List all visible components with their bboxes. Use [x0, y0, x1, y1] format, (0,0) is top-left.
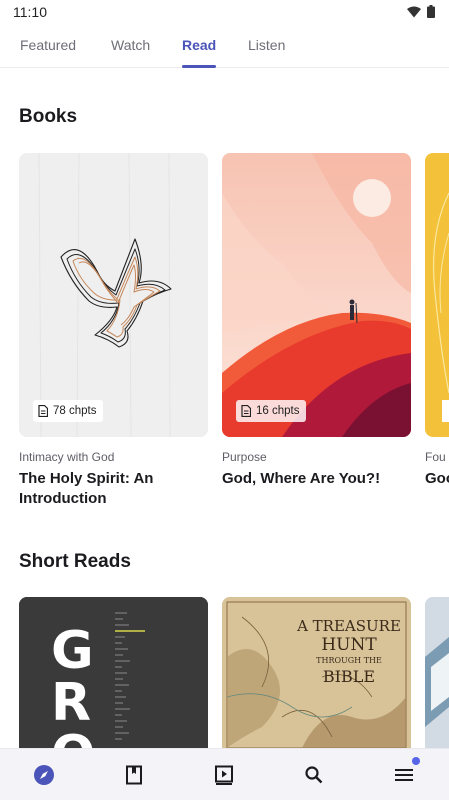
books-section-title: Books — [19, 106, 78, 127]
nav-watch[interactable] — [212, 763, 236, 787]
book-icon — [126, 765, 142, 785]
chapters-count: 16 chpts — [256, 405, 300, 417]
status-time: 11:10 — [13, 4, 47, 20]
status-bar: 11:10 — [0, 0, 449, 24]
tab-read[interactable]: Read — [182, 37, 216, 53]
document-icon — [241, 405, 251, 417]
book-title[interactable]: Goo — [425, 469, 449, 489]
cover-title-gro: GRO — [51, 621, 95, 748]
short-read-card-gro[interactable]: GRO — [19, 597, 208, 748]
video-icon — [215, 765, 233, 785]
book-card-holy-spirit[interactable]: 78 chpts — [19, 153, 208, 437]
battery-icon — [427, 5, 435, 18]
compass-icon — [34, 765, 54, 785]
book-cover-art — [425, 153, 449, 437]
book-category: Fou — [425, 450, 446, 464]
ruler-lines-art — [19, 597, 208, 748]
nav-read[interactable] — [122, 763, 146, 787]
short-read-card-treasure-hunt[interactable]: A TREASURE HUNT THROUGH THE BIBLE — [222, 597, 411, 748]
cover-title-treasure-hunt: A TREASURE HUNT THROUGH THE BIBLE — [297, 617, 401, 686]
book-category: Purpose — [222, 450, 267, 464]
chapters-badge: 16 chpts — [236, 400, 307, 422]
tab-featured[interactable]: Featured — [20, 37, 76, 53]
chapters-badge: 78 chpts — [33, 400, 104, 422]
nav-discover[interactable] — [32, 763, 56, 787]
desert-illustration — [222, 153, 411, 437]
menu-icon — [395, 769, 413, 781]
nav-menu[interactable] — [392, 757, 420, 787]
book-card-god-where-are-you[interactable]: 16 chpts — [222, 153, 411, 437]
search-icon — [305, 766, 323, 784]
nav-search[interactable] — [302, 763, 326, 787]
tab-listen[interactable]: Listen — [248, 37, 285, 53]
book-title[interactable]: God, Where Are You?! — [222, 469, 411, 489]
bottom-navigation — [0, 748, 449, 800]
tab-watch[interactable]: Watch — [111, 37, 150, 53]
chapters-count: 78 chpts — [53, 405, 97, 417]
active-tab-indicator — [182, 65, 216, 68]
book-category: Intimacy with God — [19, 450, 115, 464]
document-icon — [38, 405, 48, 417]
book-cover-art — [425, 597, 449, 748]
wifi-icon — [407, 6, 421, 17]
book-card-partial[interactable] — [425, 153, 449, 437]
tab-bar: Featured Watch Read Listen — [0, 24, 449, 68]
notification-dot — [412, 757, 420, 765]
short-read-card-partial[interactable] — [425, 597, 449, 748]
dove-illustration — [19, 153, 208, 437]
short-reads-section-title: Short Reads — [19, 551, 131, 572]
book-title[interactable]: The Holy Spirit: An Introduction — [19, 469, 208, 509]
